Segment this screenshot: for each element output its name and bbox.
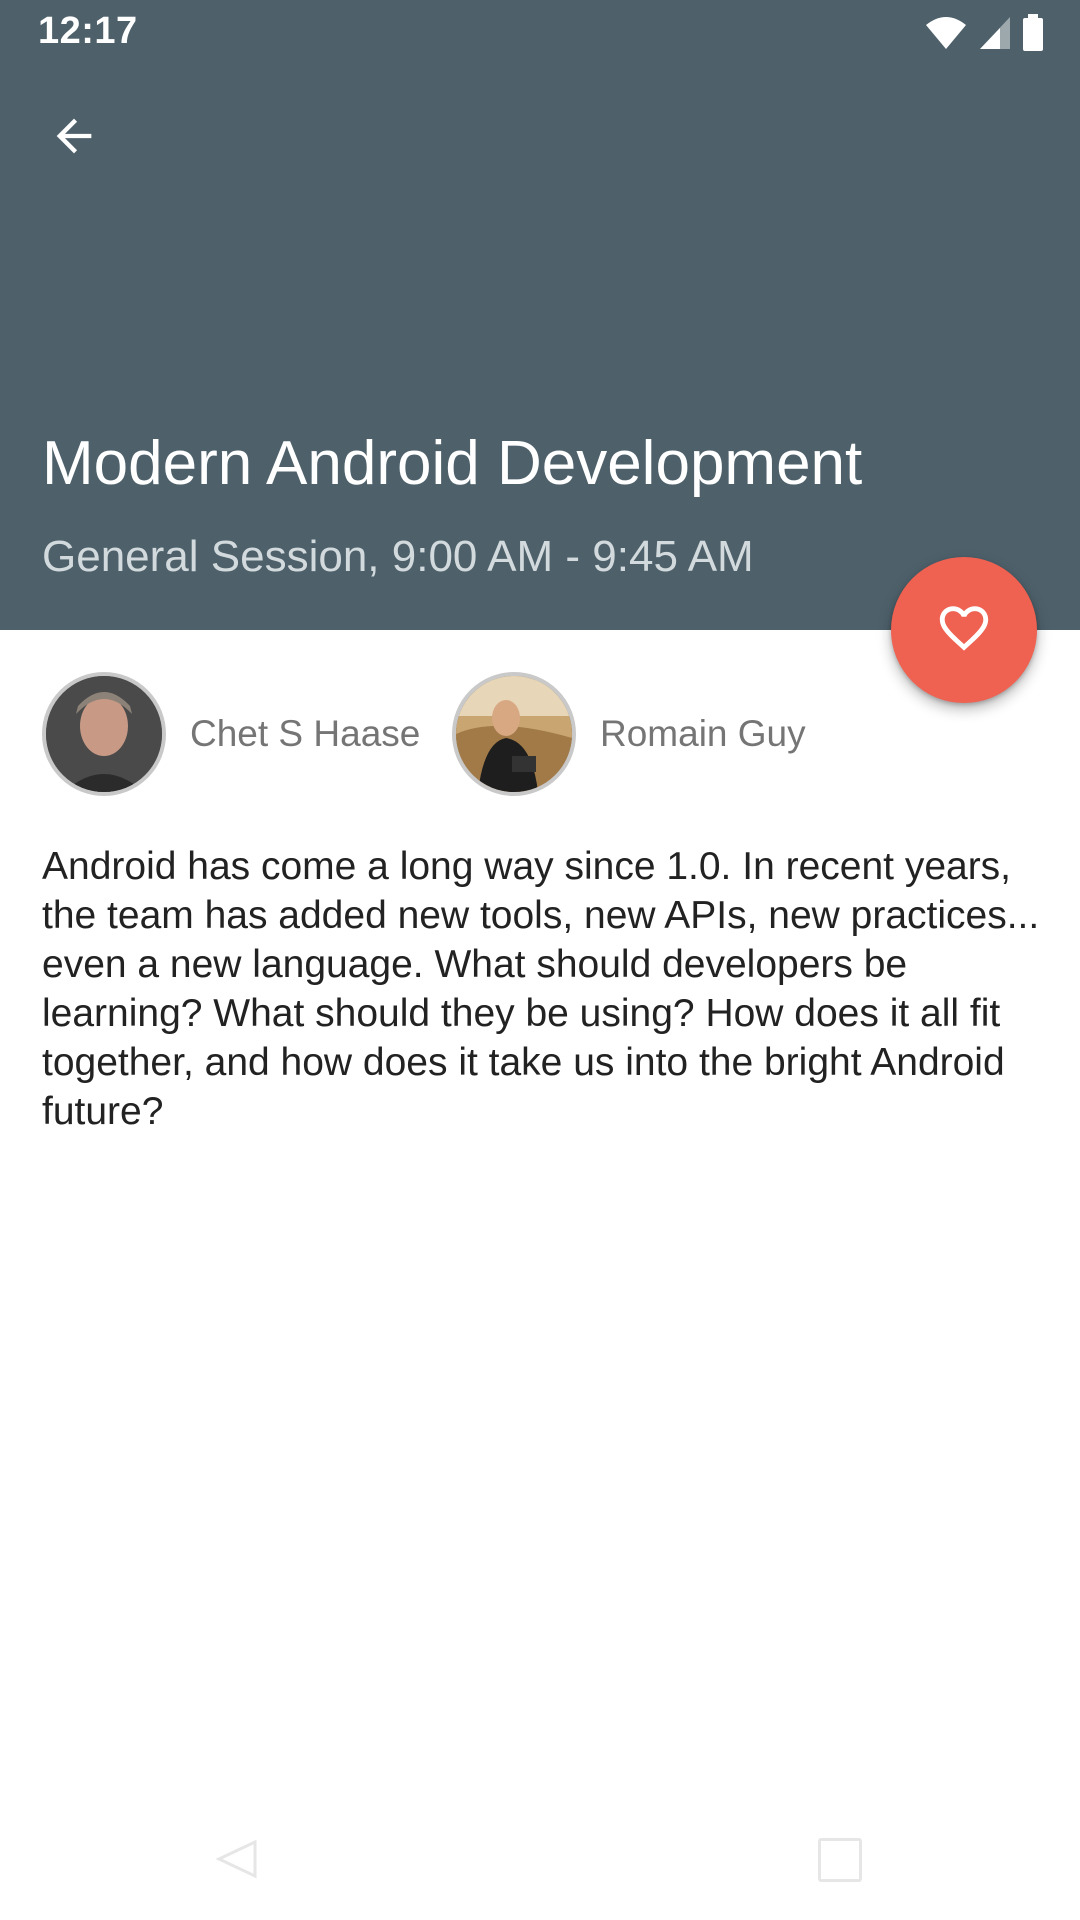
signal-icon [978,15,1012,56]
heart-outline-icon [935,599,993,662]
status-icons [924,14,1044,57]
session-header: 12:17 Modern Android Development General… [0,0,1080,630]
navigation-bar [0,1810,1080,1920]
session-description: Android has come a long way since 1.0. I… [42,845,1040,1133]
avatar [452,672,576,796]
session-title: Modern Android Development [42,429,863,498]
speaker-name: Chet S Haase [190,713,421,754]
speaker-list: Chet S Haase Romain Guy [0,672,1080,796]
nav-back-icon[interactable] [215,1838,261,1885]
back-button[interactable] [30,94,118,182]
status-bar: 12:17 [0,0,1080,64]
speaker-name: Romain Guy [600,713,806,754]
avatar [42,672,166,796]
session-time: General Session, 9:00 AM - 9:45 AM [42,532,754,581]
status-time: 12:17 [38,10,138,52]
battery-icon [1022,14,1044,57]
arrow-back-icon [48,110,100,167]
speaker-item[interactable]: Chet S Haase [42,672,420,796]
nav-recents-icon[interactable] [818,1838,862,1882]
wifi-icon [924,15,968,56]
speaker-item[interactable]: Romain Guy [452,672,806,796]
